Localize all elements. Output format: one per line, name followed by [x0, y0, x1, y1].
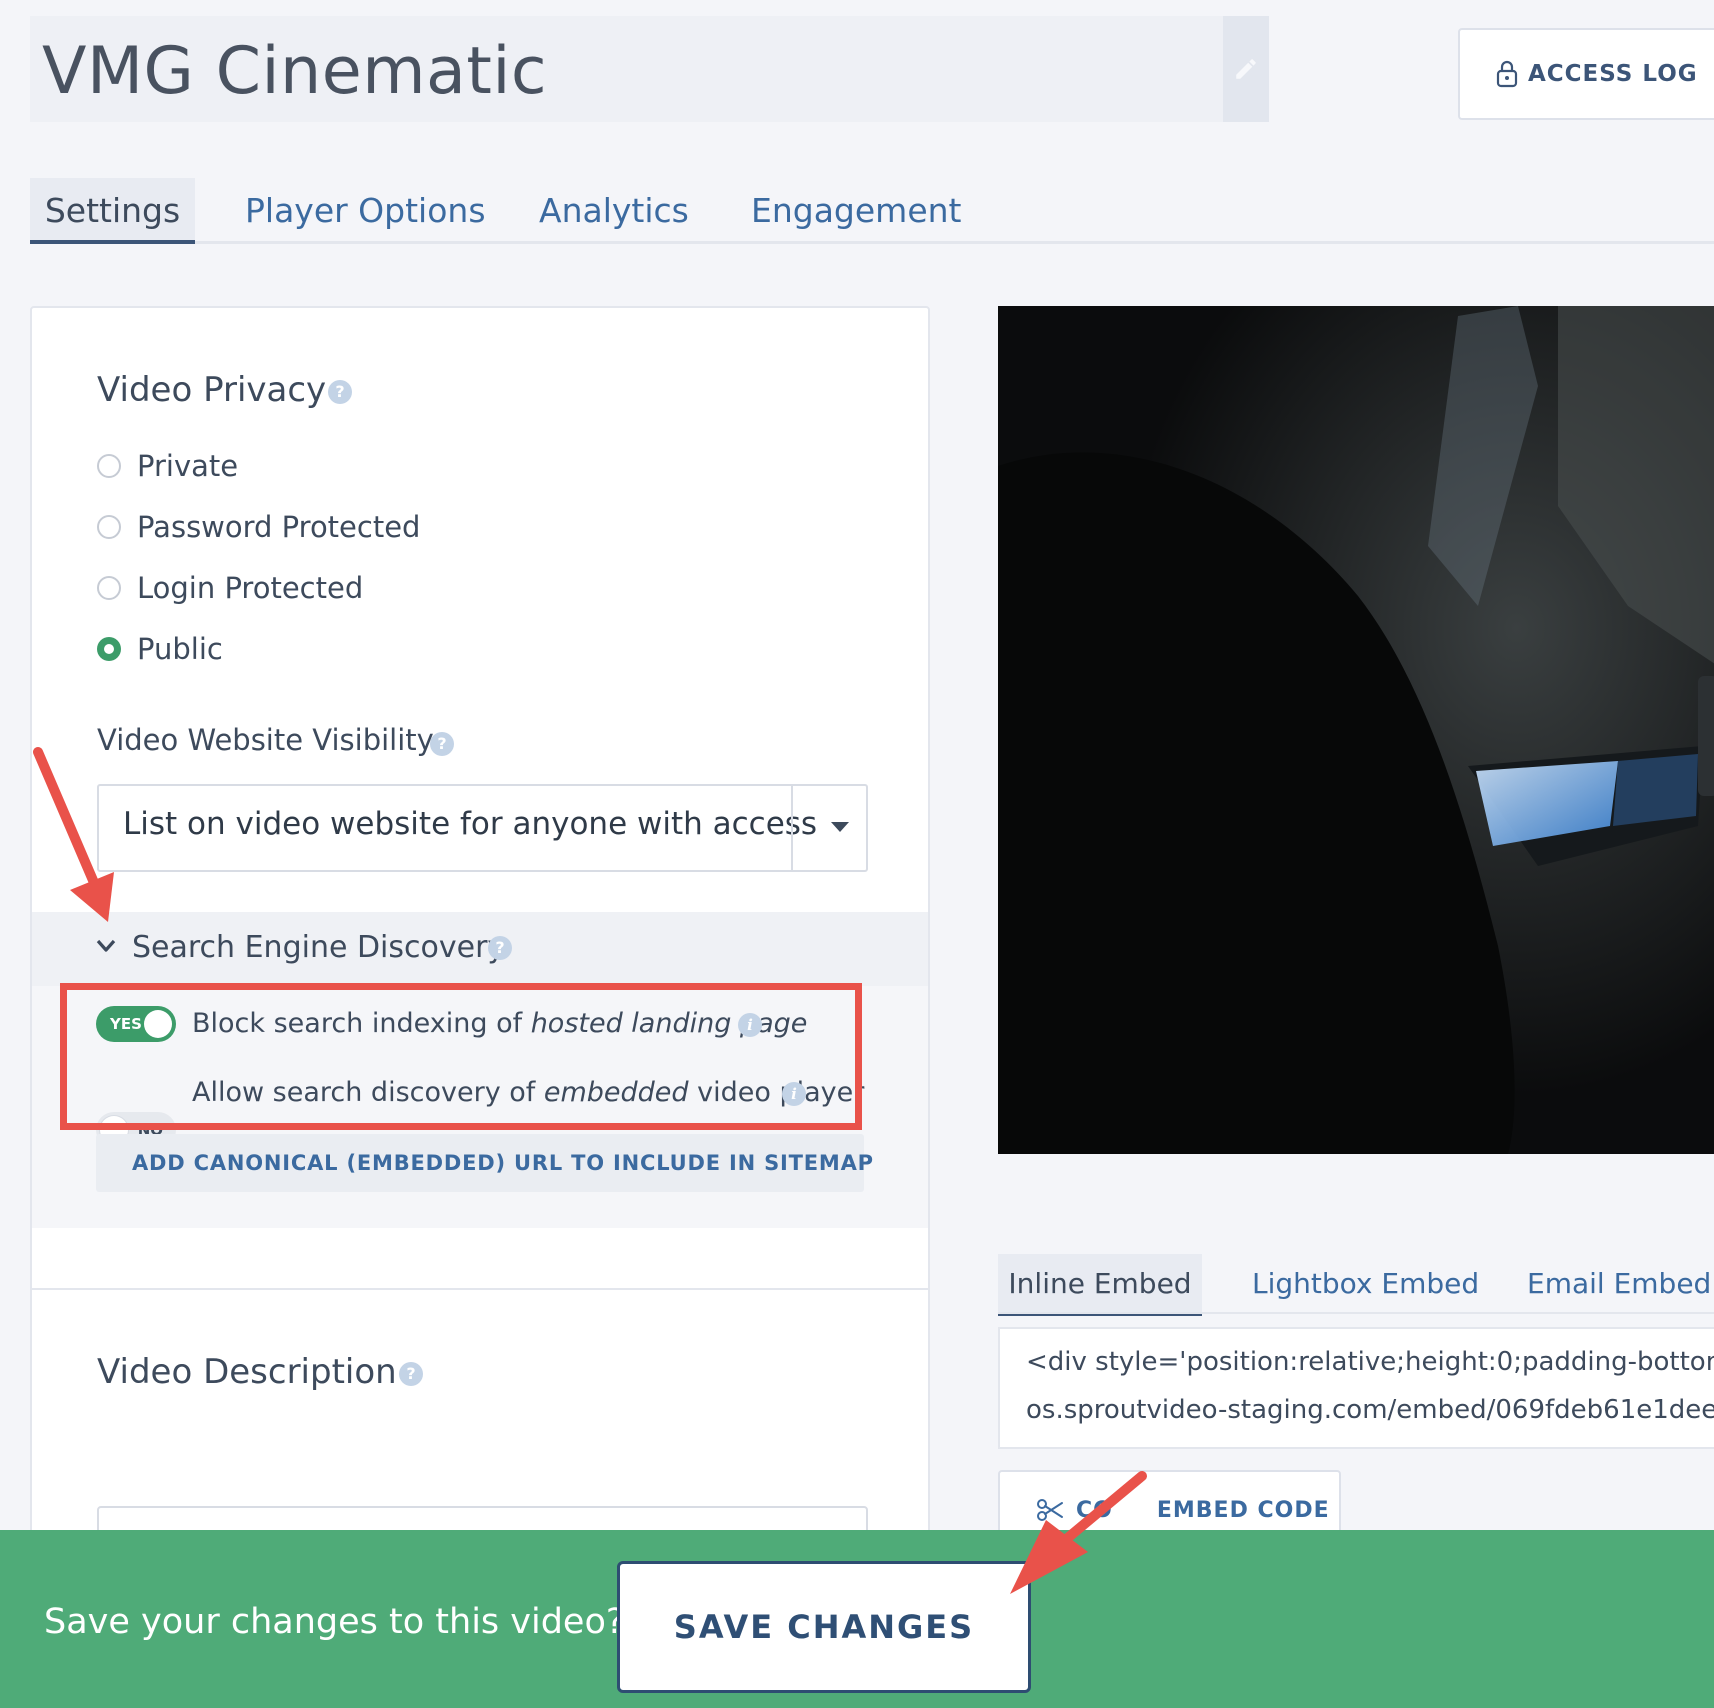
tab-engagement[interactable]: Engagement [751, 178, 962, 244]
add-canonical-url-button[interactable]: ADD CANONICAL (EMBEDDED) URL TO INCLUDE … [96, 1134, 873, 1192]
radio-button-checked[interactable] [97, 637, 121, 661]
annotation-arrow-down [33, 747, 114, 922]
save-prompt-text: Save your changes to this video? [44, 1602, 625, 1642]
privacy-option-label: Private [137, 449, 239, 483]
visibility-select[interactable]: List on video website for anyone with ac… [97, 784, 868, 872]
lock-icon [1496, 60, 1518, 88]
add-canonical-url-label: ADD CANONICAL (EMBEDDED) URL TO INCLUDE … [132, 1151, 874, 1175]
annotation-arrow-save [1010, 1471, 1147, 1594]
visibility-label: Video Website Visibility [97, 723, 434, 757]
tab-analytics[interactable]: Analytics [539, 178, 689, 244]
privacy-option-login-protected[interactable]: Login Protected [97, 568, 363, 608]
tab-player-options[interactable]: Player Options [245, 178, 486, 244]
radio-button[interactable] [97, 576, 121, 600]
video-title[interactable]: VMG Cinematic [42, 34, 547, 109]
embed-code-line: <div style='position:relative;height:0;p… [1026, 1347, 1714, 1377]
privacy-option-label: Password Protected [137, 510, 421, 544]
save-changes-button[interactable]: SAVE CHANGES [617, 1561, 1031, 1693]
visibility-selected-value: List on video website for anyone with ac… [123, 806, 818, 842]
video-privacy-help-icon[interactable]: ? [328, 380, 352, 404]
tab-inline-embed[interactable]: Inline Embed [998, 1254, 1202, 1316]
embed-code-textarea[interactable]: <div style='position:relative;height:0;p… [998, 1327, 1714, 1449]
privacy-option-public[interactable]: Public [97, 629, 223, 669]
embed-code-line: os.sproutvideo-staging.com/embed/069fdeb… [1026, 1395, 1714, 1425]
card-divider [32, 1288, 928, 1290]
search-engine-discovery-help-icon[interactable]: ? [488, 936, 512, 960]
video-frame [998, 306, 1714, 1154]
tab-lightbox-embed[interactable]: Lightbox Embed [1252, 1254, 1479, 1316]
save-changes-label: SAVE CHANGES [673, 1608, 975, 1646]
tab-email-embed[interactable]: Email Embed [1527, 1254, 1711, 1316]
privacy-option-label: Login Protected [137, 571, 364, 605]
chevron-down-icon[interactable] [96, 939, 116, 953]
search-engine-discovery-heading: Search Engine Discovery [132, 930, 506, 965]
video-description-heading: Video Description [97, 1352, 397, 1392]
video-description-help-icon[interactable]: ? [399, 1362, 423, 1386]
privacy-option-private[interactable]: Private [97, 446, 238, 486]
privacy-option-password-protected[interactable]: Password Protected [97, 507, 420, 547]
edit-title-button[interactable] [1223, 16, 1269, 122]
visibility-help-icon[interactable]: ? [430, 732, 454, 756]
video-privacy-heading: Video Privacy [97, 370, 327, 410]
radio-button[interactable] [97, 454, 121, 478]
copy-label-end: EMBED CODE [1156, 1497, 1330, 1523]
caret-down-icon [831, 822, 849, 832]
tab-settings[interactable]: Settings [30, 178, 195, 244]
radio-button[interactable] [97, 515, 121, 539]
access-log-button[interactable]: ACCESS LOG [1458, 28, 1714, 120]
pencil-icon [1236, 59, 1256, 79]
select-divider [791, 786, 793, 870]
video-player[interactable] [998, 306, 1714, 1154]
access-log-label: ACCESS LOG [1528, 61, 1698, 87]
embed-tabs-divider [998, 1312, 1714, 1314]
privacy-option-label: Public [137, 632, 223, 666]
annotation-highlight-box [60, 983, 862, 1130]
